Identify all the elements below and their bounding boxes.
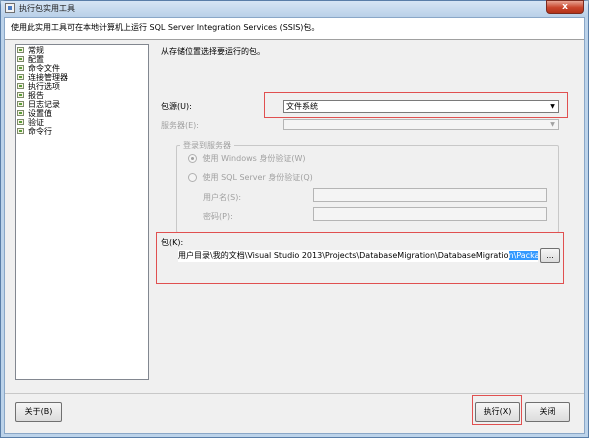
package-source-dropdown[interactable]: 文件系统 ▼ [283, 100, 559, 113]
close-window-button[interactable]: x [546, 0, 584, 14]
radio-selected-icon [188, 154, 197, 163]
page-icon [17, 91, 26, 99]
nav-item-label: 命令文件 [28, 64, 60, 73]
page-icon [17, 55, 26, 63]
page-icon [17, 64, 26, 72]
server-label: 服务器(E): [161, 121, 199, 130]
instruction-text: 从存储位置选择要运行的包。 [161, 47, 265, 56]
chevron-down-icon: ▼ [550, 121, 555, 128]
nav-item-verification[interactable]: 验证 [17, 118, 148, 127]
page-icon [17, 82, 26, 90]
sql-auth-radio[interactable]: 使用 SQL Server 身份验证(Q) [188, 172, 313, 183]
execute-button[interactable]: 执行(X) [475, 402, 520, 422]
close-icon: x [562, 2, 568, 12]
nav-item-label: 设置值 [28, 109, 52, 118]
radio-unselected-icon [188, 173, 197, 182]
browse-button[interactable]: ... [540, 248, 560, 263]
nav-item-connection-managers[interactable]: 连接管理器 [17, 73, 148, 82]
chevron-down-icon: ▼ [550, 103, 555, 110]
page-icon [17, 127, 26, 135]
nav-item-configuration[interactable]: 配置 [17, 55, 148, 64]
close-button[interactable]: 关闭 [525, 402, 570, 422]
nav-item-general[interactable]: 常规 [17, 46, 148, 55]
header-divider [5, 39, 584, 40]
password-input[interactable] [313, 207, 547, 221]
nav-item-set-values[interactable]: 设置值 [17, 109, 148, 118]
header-description: 使用此实用工具可在本地计算机上运行 SQL Server Integration… [11, 23, 320, 32]
footer-divider [5, 393, 584, 394]
package-source-label: 包源(U): [161, 102, 192, 111]
nav-item-label: 验证 [28, 118, 44, 127]
username-input[interactable] [313, 188, 547, 202]
about-button[interactable]: 关于(B) [15, 402, 62, 422]
nav-item-logging[interactable]: 日志记录 [17, 100, 148, 109]
page-icon [17, 100, 26, 108]
page-icon [17, 46, 26, 54]
nav-item-label: 连接管理器 [28, 73, 68, 82]
package-path-input[interactable]: 用户目录\我的文档\Visual Studio 2013\Projects\Da… [178, 250, 538, 262]
package-label: 包(K): [161, 238, 184, 247]
username-label: 用户名(S): [203, 193, 242, 202]
nav-item-label: 命令行 [28, 127, 52, 136]
nav-item-label: 日志记录 [28, 100, 60, 109]
nav-item-label: 配置 [28, 55, 44, 64]
nav-item-command-files[interactable]: 命令文件 [17, 64, 148, 73]
windows-auth-radio[interactable]: 使用 Windows 身份验证(W) [188, 153, 306, 164]
app-icon [5, 3, 15, 13]
nav-item-label: 常规 [28, 46, 44, 55]
navigation-list: 常规 配置 命令文件 连接管理器 执行选项 报告 日志记录 设置值 验证 命令行 [15, 44, 149, 380]
windows-auth-label: 使用 Windows 身份验证(W) [202, 154, 306, 163]
nav-item-execution-options[interactable]: 执行选项 [17, 82, 148, 91]
title-bar[interactable] [1, 1, 588, 17]
package-path-selected-text: n\Package.dtsx [508, 251, 538, 260]
login-group-title: 登录到服务器 [180, 140, 234, 151]
sql-auth-label: 使用 SQL Server 身份验证(Q) [202, 173, 313, 182]
package-path-text: 用户目录\我的文档\Visual Studio 2013\Projects\Da… [178, 251, 509, 260]
password-label: 密码(P): [203, 212, 233, 221]
package-source-value: 文件系统 [286, 102, 318, 111]
page-icon [17, 73, 26, 81]
nav-item-label: 报告 [28, 91, 44, 100]
nav-item-reporting[interactable]: 报告 [17, 91, 148, 100]
nav-item-command-line[interactable]: 命令行 [17, 127, 148, 136]
page-icon [17, 109, 26, 117]
page-icon [17, 118, 26, 126]
window-title: 执行包实用工具 [19, 4, 75, 13]
server-dropdown[interactable]: ▼ [283, 119, 559, 130]
nav-item-label: 执行选项 [28, 82, 60, 91]
